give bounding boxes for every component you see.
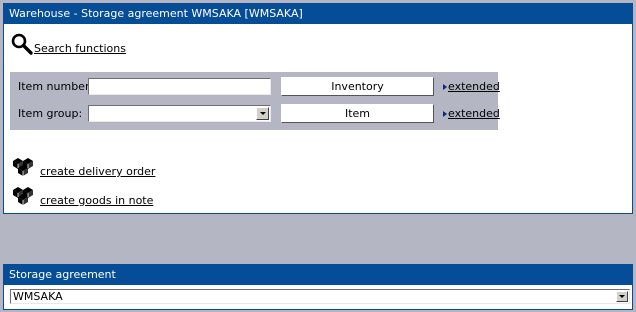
create-delivery-order-action[interactable]: create delivery order: [12, 157, 155, 178]
item-number-label: Item number:: [18, 80, 93, 93]
item-number-row: Item number: Inventory extended: [10, 76, 500, 96]
item-group-label: Item group:: [18, 107, 83, 120]
chevron-down-icon[interactable]: [256, 107, 269, 120]
storage-agreement-panel: Storage agreement WMSAKA: [3, 264, 633, 310]
item-number-input[interactable]: [88, 78, 271, 95]
boxes-icon: [13, 187, 33, 205]
item-group-row: Item group: Item extended: [10, 103, 500, 123]
extended-link-inventory[interactable]: extended: [443, 80, 500, 93]
chevron-down-icon[interactable]: [616, 291, 628, 302]
extended-label[interactable]: extended: [448, 107, 500, 120]
create-delivery-order-link[interactable]: create delivery order: [40, 165, 155, 178]
magnifier-icon: [11, 33, 33, 55]
storage-agreement-selected-value: WMSAKA: [13, 290, 63, 303]
inventory-button[interactable]: Inventory: [281, 77, 434, 96]
create-goods-in-note-link[interactable]: create goods in note: [40, 194, 153, 207]
search-functions-label[interactable]: Search functions: [34, 42, 126, 55]
arrow-right-icon: [443, 110, 447, 117]
create-goods-in-note-action[interactable]: create goods in note: [12, 186, 153, 207]
arrow-right-icon: [443, 83, 447, 90]
storage-agreement-select[interactable]: WMSAKA: [10, 289, 630, 304]
search-box: Item number: Inventory extended Item gro…: [10, 72, 500, 130]
item-group-select[interactable]: [88, 105, 271, 122]
warehouse-panel-title: Warehouse - Storage agreement WMSAKA [WM…: [4, 4, 632, 24]
boxes-icon: [13, 158, 33, 176]
warehouse-panel: Warehouse - Storage agreement WMSAKA [WM…: [3, 3, 633, 214]
extended-link-item[interactable]: extended: [443, 107, 500, 120]
extended-label[interactable]: extended: [448, 80, 500, 93]
item-button[interactable]: Item: [281, 104, 434, 123]
search-functions-link[interactable]: Search functions: [10, 32, 126, 56]
storage-agreement-title: Storage agreement: [4, 265, 632, 285]
